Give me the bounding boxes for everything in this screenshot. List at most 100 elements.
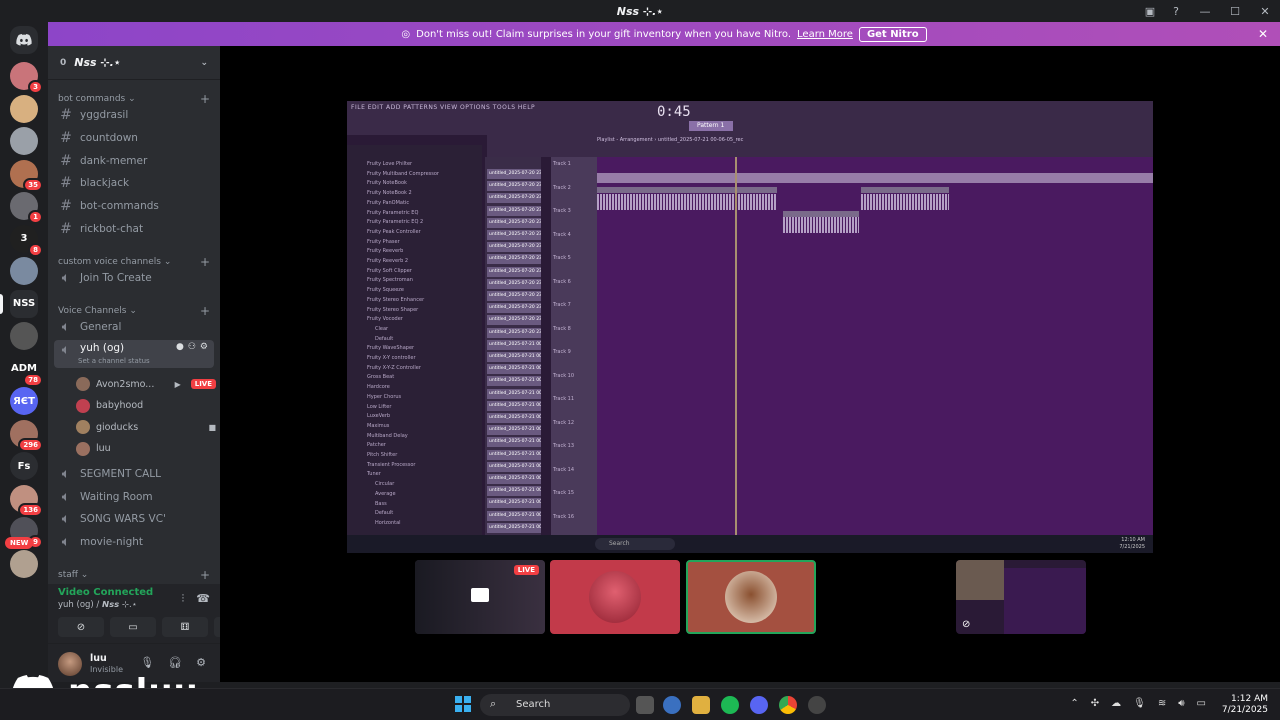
inbox-icon[interactable]: ▣ bbox=[1142, 3, 1158, 19]
maximize-button[interactable]: ☐ bbox=[1220, 0, 1250, 22]
fl-plugin-item: Fruity Peak Controller bbox=[367, 228, 421, 235]
fl-track-label: Track 11 bbox=[553, 396, 575, 402]
chat-icon[interactable]: ● bbox=[176, 342, 184, 352]
settings-app-icon[interactable] bbox=[663, 696, 681, 714]
voice-channel[interactable]: 🔈︎ SONG WARS VC' bbox=[54, 509, 214, 529]
add-channel-icon[interactable]: + bbox=[200, 92, 210, 106]
fl-clip-item: untitled_2025-07-20 23-... bbox=[487, 327, 541, 338]
category-voice-channels[interactable]: Voice Channels ⌄ + bbox=[58, 304, 210, 318]
voice-channel[interactable]: 🔈︎ movie-night bbox=[54, 532, 214, 552]
server-icon[interactable] bbox=[10, 257, 38, 285]
discord-home-icon[interactable] bbox=[10, 26, 38, 54]
voice-status[interactable]: Video Connected bbox=[58, 587, 153, 598]
server-icon[interactable] bbox=[10, 549, 38, 578]
text-channel-rickbot-chat[interactable]: # rickbot-chat bbox=[54, 219, 214, 239]
channel-name: Join To Create bbox=[80, 272, 152, 284]
close-banner-icon[interactable]: ✕ bbox=[1258, 27, 1268, 41]
fl-playlist-header: Playlist - Arrangement › untitled_2025-0… bbox=[487, 135, 1153, 157]
task-view-icon[interactable] bbox=[636, 696, 654, 714]
volume-icon[interactable]: 🔊︎ bbox=[1178, 698, 1184, 709]
voice-member[interactable]: gioducks ■ bbox=[76, 418, 216, 436]
microphone-icon[interactable]: 🎙︎ bbox=[1133, 698, 1146, 709]
category-label: Voice Channels bbox=[58, 306, 127, 316]
settings-gear-icon[interactable]: ⚙ bbox=[196, 656, 206, 669]
server-icon[interactable]: ADM 78 bbox=[10, 354, 43, 387]
server-icon[interactable]: Fs bbox=[10, 452, 38, 480]
activity-button[interactable]: ⚅ bbox=[162, 617, 208, 637]
get-nitro-button[interactable]: Get Nitro bbox=[858, 26, 927, 42]
tile-stream-avon[interactable]: LIVE bbox=[415, 560, 545, 634]
wifi-icon[interactable]: ≋ bbox=[1158, 698, 1166, 709]
fl-clip-item: untitled_2025-07-20 23-... bbox=[487, 205, 541, 216]
tile-gioducks[interactable] bbox=[686, 560, 816, 634]
camera-off-button[interactable]: ⊘ bbox=[58, 617, 104, 637]
text-channel-dank-memer[interactable]: # dank-memer bbox=[54, 151, 214, 171]
focused-stream[interactable]: FILE EDIT ADD PATTERNS VIEW OPTIONS TOOL… bbox=[347, 101, 1153, 553]
server-icon[interactable]: 3 bbox=[10, 62, 43, 94]
voice-member[interactable]: luu bbox=[76, 440, 216, 458]
help-icon[interactable]: ? bbox=[1168, 3, 1184, 19]
voice-channel-general[interactable]: 🔈︎ General bbox=[54, 317, 214, 337]
fl-plugin-item: Fruity Stereo Shaper bbox=[367, 306, 419, 313]
tile-babyhood[interactable] bbox=[550, 560, 680, 634]
voice-member[interactable]: babyhood bbox=[76, 397, 216, 415]
learn-more-link[interactable]: Learn More bbox=[797, 29, 853, 40]
taskbar-search[interactable]: Search bbox=[480, 694, 630, 716]
server-icon[interactable]: 296 bbox=[10, 419, 43, 452]
text-channel-yggdrasil[interactable]: # yggdrasil bbox=[54, 105, 214, 125]
add-member-icon[interactable]: ⚇ bbox=[188, 342, 196, 352]
taskbar-clock[interactable]: 1:12 AM 7/21/2025 bbox=[1222, 694, 1268, 716]
voice-channel[interactable]: 🔈︎ Waiting Room bbox=[54, 487, 214, 507]
voice-member[interactable]: Avon2smo... ▶ LIVE bbox=[76, 375, 216, 393]
server-icon[interactable]: NSS bbox=[10, 289, 38, 318]
file-explorer-icon[interactable] bbox=[692, 696, 710, 714]
server-icon[interactable] bbox=[10, 94, 38, 123]
app-icon[interactable] bbox=[808, 696, 826, 714]
voice-channel-join-to-create[interactable]: 🔈︎ Join To Create bbox=[54, 268, 214, 288]
voice-channel-yuh-og[interactable]: 🔈︎ yuh (og) Set a channel status ● ⚇ ⚙ bbox=[54, 340, 214, 368]
add-channel-icon[interactable]: + bbox=[200, 304, 210, 318]
username[interactable]: luu bbox=[90, 653, 107, 664]
channel-status[interactable]: Set a channel status bbox=[78, 357, 150, 365]
server-icon[interactable]: 35 bbox=[10, 159, 43, 192]
add-channel-icon[interactable]: + bbox=[200, 255, 210, 269]
microphone-icon[interactable]: 🎙︎ bbox=[140, 656, 154, 669]
chevron-down-icon[interactable]: ⌄ bbox=[200, 58, 208, 68]
new-badge[interactable]: NEW bbox=[5, 537, 34, 549]
server-icon[interactable] bbox=[10, 322, 38, 350]
voice-location[interactable]: yuh (og) / 𝙉𝙨𝙨 ⊹.⋆ bbox=[58, 600, 137, 610]
server-icon[interactable]: 136 bbox=[10, 484, 43, 517]
spotify-icon[interactable] bbox=[721, 696, 739, 714]
category-staff[interactable]: staff ⌄ + bbox=[58, 568, 210, 582]
voice-channel[interactable]: 🔈︎ SEGMENT CALL bbox=[54, 464, 214, 484]
guild-header[interactable]: 0 𝙉𝙨𝙨 ⊹.⋆ ⌄ bbox=[48, 46, 220, 80]
server-icon[interactable]: 38 bbox=[10, 224, 43, 257]
text-channel-bot-commands[interactable]: # bot-commands bbox=[54, 196, 214, 216]
chrome-icon[interactable] bbox=[779, 696, 797, 714]
disconnect-icon[interactable]: ☎ bbox=[196, 592, 210, 606]
camera-icon: ▶ bbox=[174, 379, 181, 389]
tray-app-icon[interactable]: ✣ bbox=[1091, 698, 1099, 709]
fl-plugin-item: Fruity Phaser bbox=[367, 238, 400, 245]
server-icon[interactable] bbox=[10, 127, 38, 155]
cloud-icon[interactable]: ☁ bbox=[1111, 698, 1121, 709]
chevron-up-icon[interactable]: ⌃ bbox=[1070, 698, 1078, 709]
windows-start-icon[interactable] bbox=[455, 696, 471, 712]
close-window-button[interactable]: ✕ bbox=[1250, 0, 1280, 22]
server-icon[interactable]: ЯЄТ bbox=[10, 387, 38, 415]
discord-app-icon[interactable] bbox=[750, 696, 768, 714]
battery-icon[interactable]: ▭ bbox=[1197, 698, 1206, 709]
text-channel-countdown[interactable]: # countdown bbox=[54, 128, 214, 148]
settings-gear-icon[interactable]: ⚙ bbox=[200, 342, 208, 352]
tile-luu-stream[interactable]: ⊘ bbox=[956, 560, 1086, 634]
server-icon[interactable]: 1 bbox=[10, 192, 43, 224]
add-channel-icon[interactable]: + bbox=[200, 568, 210, 582]
screenshare-button[interactable]: ▭ bbox=[110, 617, 156, 637]
minimize-button[interactable]: — bbox=[1190, 0, 1220, 22]
headphones-icon[interactable]: 🎧︎ bbox=[168, 656, 182, 669]
category-bot-commands[interactable]: bot commands ⌄ + bbox=[58, 92, 210, 106]
fl-playlist-title: Playlist - Arrangement › untitled_2025-0… bbox=[597, 137, 744, 143]
noise-suppression-icon[interactable]: ⫶ bbox=[182, 592, 185, 606]
category-custom-voice[interactable]: custom voice channels ⌄ + bbox=[58, 255, 210, 269]
text-channel-blackjack[interactable]: # blackjack bbox=[54, 173, 214, 193]
